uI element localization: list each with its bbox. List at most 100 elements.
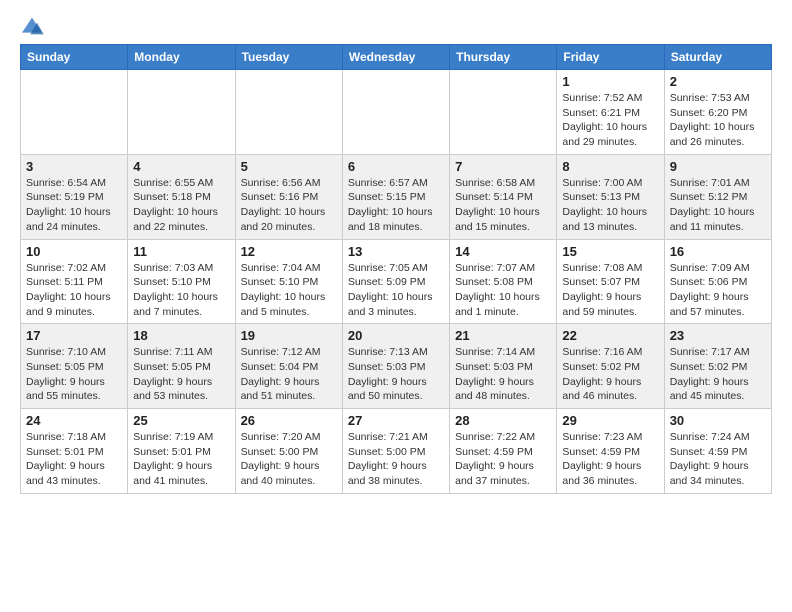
day-number: 24	[26, 413, 122, 428]
calendar-cell	[21, 70, 128, 155]
weekday-header-wednesday: Wednesday	[342, 45, 449, 70]
calendar-cell: 19 Sunrise: 7:12 AM Sunset: 5:04 PM Dayli…	[235, 324, 342, 409]
day-info: Sunrise: 7:19 AM Sunset: 5:01 PM Dayligh…	[133, 430, 229, 489]
calendar-cell: 16Sunrise: 7:09 AM Sunset: 5:06 PM Dayli…	[664, 239, 771, 324]
day-info: Sunrise: 7:24 AM Sunset: 4:59 PM Dayligh…	[670, 430, 766, 489]
calendar-table: SundayMondayTuesdayWednesdayThursdayFrid…	[20, 44, 772, 494]
calendar-week-row: 10 Sunrise: 7:02 AM Sunset: 5:11 PM Dayli…	[21, 239, 772, 324]
day-info: Sunrise: 6:54 AM Sunset: 5:19 PM Dayligh…	[26, 176, 122, 235]
day-number: 17	[26, 328, 122, 343]
day-info: Sunrise: 7:02 AM Sunset: 5:11 PM Dayligh…	[26, 261, 122, 320]
day-number: 11	[133, 244, 229, 259]
day-number: 30	[670, 413, 766, 428]
calendar-cell: 15 Sunrise: 7:08 AM Sunset: 5:07 PM Dayli…	[557, 239, 664, 324]
calendar-cell: 10 Sunrise: 7:02 AM Sunset: 5:11 PM Dayli…	[21, 239, 128, 324]
logo-icon	[20, 16, 44, 36]
calendar-week-row: 24 Sunrise: 7:18 AM Sunset: 5:01 PM Dayli…	[21, 409, 772, 494]
calendar-cell: 18Sunrise: 7:11 AM Sunset: 5:05 PM Dayli…	[128, 324, 235, 409]
day-info: Sunrise: 7:05 AM Sunset: 5:09 PM Dayligh…	[348, 261, 444, 320]
day-number: 6	[348, 159, 444, 174]
day-number: 25	[133, 413, 229, 428]
calendar-cell: 7 Sunrise: 6:58 AM Sunset: 5:14 PM Daylig…	[450, 154, 557, 239]
calendar-cell	[450, 70, 557, 155]
day-number: 7	[455, 159, 551, 174]
day-info: Sunrise: 7:17 AM Sunset: 5:02 PM Dayligh…	[670, 345, 766, 404]
calendar-cell: 1 Sunrise: 7:52 AM Sunset: 6:21 PM Daylig…	[557, 70, 664, 155]
day-number: 9	[670, 159, 766, 174]
day-info: Sunrise: 7:12 AM Sunset: 5:04 PM Dayligh…	[241, 345, 337, 404]
day-number: 28	[455, 413, 551, 428]
day-info: Sunrise: 6:56 AM Sunset: 5:16 PM Dayligh…	[241, 176, 337, 235]
calendar-cell: 27 Sunrise: 7:21 AM Sunset: 5:00 PM Dayli…	[342, 409, 449, 494]
calendar-cell: 21 Sunrise: 7:14 AM Sunset: 5:03 PM Dayli…	[450, 324, 557, 409]
day-number: 15	[562, 244, 658, 259]
day-number: 21	[455, 328, 551, 343]
day-number: 1	[562, 74, 658, 89]
calendar-cell	[342, 70, 449, 155]
weekday-header-tuesday: Tuesday	[235, 45, 342, 70]
day-number: 12	[241, 244, 337, 259]
day-info: Sunrise: 7:21 AM Sunset: 5:00 PM Dayligh…	[348, 430, 444, 489]
weekday-header-monday: Monday	[128, 45, 235, 70]
logo	[20, 16, 48, 36]
calendar-cell: 17 Sunrise: 7:10 AM Sunset: 5:05 PM Dayli…	[21, 324, 128, 409]
day-info: Sunrise: 7:22 AM Sunset: 4:59 PM Dayligh…	[455, 430, 551, 489]
day-number: 20	[348, 328, 444, 343]
calendar-cell: 14 Sunrise: 7:07 AM Sunset: 5:08 PM Dayli…	[450, 239, 557, 324]
day-number: 14	[455, 244, 551, 259]
calendar-cell: 22 Sunrise: 7:16 AM Sunset: 5:02 PM Dayli…	[557, 324, 664, 409]
calendar-cell	[235, 70, 342, 155]
calendar-cell: 13 Sunrise: 7:05 AM Sunset: 5:09 PM Dayli…	[342, 239, 449, 324]
day-info: Sunrise: 7:18 AM Sunset: 5:01 PM Dayligh…	[26, 430, 122, 489]
calendar-cell: 28 Sunrise: 7:22 AM Sunset: 4:59 PM Dayli…	[450, 409, 557, 494]
day-number: 10	[26, 244, 122, 259]
day-info: Sunrise: 7:13 AM Sunset: 5:03 PM Dayligh…	[348, 345, 444, 404]
day-number: 19	[241, 328, 337, 343]
day-number: 23	[670, 328, 766, 343]
calendar-week-row: 3 Sunrise: 6:54 AM Sunset: 5:19 PM Daylig…	[21, 154, 772, 239]
calendar-cell: 30 Sunrise: 7:24 AM Sunset: 4:59 PM Dayli…	[664, 409, 771, 494]
day-info: Sunrise: 7:01 AM Sunset: 5:12 PM Dayligh…	[670, 176, 766, 235]
calendar-cell: 9 Sunrise: 7:01 AM Sunset: 5:12 PM Daylig…	[664, 154, 771, 239]
day-info: Sunrise: 7:52 AM Sunset: 6:21 PM Dayligh…	[562, 91, 658, 150]
calendar-cell	[128, 70, 235, 155]
weekday-header-thursday: Thursday	[450, 45, 557, 70]
weekday-header-friday: Friday	[557, 45, 664, 70]
day-info: Sunrise: 7:04 AM Sunset: 5:10 PM Dayligh…	[241, 261, 337, 320]
day-info: Sunrise: 7:09 AM Sunset: 5:06 PM Dayligh…	[670, 261, 766, 320]
day-number: 3	[26, 159, 122, 174]
weekday-header-row: SundayMondayTuesdayWednesdayThursdayFrid…	[21, 45, 772, 70]
day-info: Sunrise: 7:53 AM Sunset: 6:20 PM Dayligh…	[670, 91, 766, 150]
calendar-week-row: 1 Sunrise: 7:52 AM Sunset: 6:21 PM Daylig…	[21, 70, 772, 155]
day-info: Sunrise: 7:14 AM Sunset: 5:03 PM Dayligh…	[455, 345, 551, 404]
calendar-cell: 4 Sunrise: 6:55 AM Sunset: 5:18 PM Daylig…	[128, 154, 235, 239]
day-info: Sunrise: 7:03 AM Sunset: 5:10 PM Dayligh…	[133, 261, 229, 320]
weekday-header-saturday: Saturday	[664, 45, 771, 70]
page-header	[20, 16, 772, 36]
day-number: 2	[670, 74, 766, 89]
day-info: Sunrise: 7:08 AM Sunset: 5:07 PM Dayligh…	[562, 261, 658, 320]
day-number: 5	[241, 159, 337, 174]
calendar-cell: 3 Sunrise: 6:54 AM Sunset: 5:19 PM Daylig…	[21, 154, 128, 239]
calendar-cell: 29Sunrise: 7:23 AM Sunset: 4:59 PM Dayli…	[557, 409, 664, 494]
day-info: Sunrise: 7:07 AM Sunset: 5:08 PM Dayligh…	[455, 261, 551, 320]
day-number: 4	[133, 159, 229, 174]
calendar-cell: 8Sunrise: 7:00 AM Sunset: 5:13 PM Daylig…	[557, 154, 664, 239]
day-info: Sunrise: 7:16 AM Sunset: 5:02 PM Dayligh…	[562, 345, 658, 404]
calendar-cell: 23 Sunrise: 7:17 AM Sunset: 5:02 PM Dayli…	[664, 324, 771, 409]
calendar-cell: 24 Sunrise: 7:18 AM Sunset: 5:01 PM Dayli…	[21, 409, 128, 494]
day-info: Sunrise: 7:20 AM Sunset: 5:00 PM Dayligh…	[241, 430, 337, 489]
day-info: Sunrise: 7:10 AM Sunset: 5:05 PM Dayligh…	[26, 345, 122, 404]
day-info: Sunrise: 6:58 AM Sunset: 5:14 PM Dayligh…	[455, 176, 551, 235]
day-number: 22	[562, 328, 658, 343]
day-number: 29	[562, 413, 658, 428]
day-info: Sunrise: 6:57 AM Sunset: 5:15 PM Dayligh…	[348, 176, 444, 235]
calendar-cell: 5 Sunrise: 6:56 AM Sunset: 5:16 PM Daylig…	[235, 154, 342, 239]
calendar-cell: 25 Sunrise: 7:19 AM Sunset: 5:01 PM Dayli…	[128, 409, 235, 494]
day-info: Sunrise: 7:11 AM Sunset: 5:05 PM Dayligh…	[133, 345, 229, 404]
day-number: 13	[348, 244, 444, 259]
day-number: 8	[562, 159, 658, 174]
day-info: Sunrise: 6:55 AM Sunset: 5:18 PM Dayligh…	[133, 176, 229, 235]
calendar-cell: 6 Sunrise: 6:57 AM Sunset: 5:15 PM Daylig…	[342, 154, 449, 239]
day-number: 27	[348, 413, 444, 428]
